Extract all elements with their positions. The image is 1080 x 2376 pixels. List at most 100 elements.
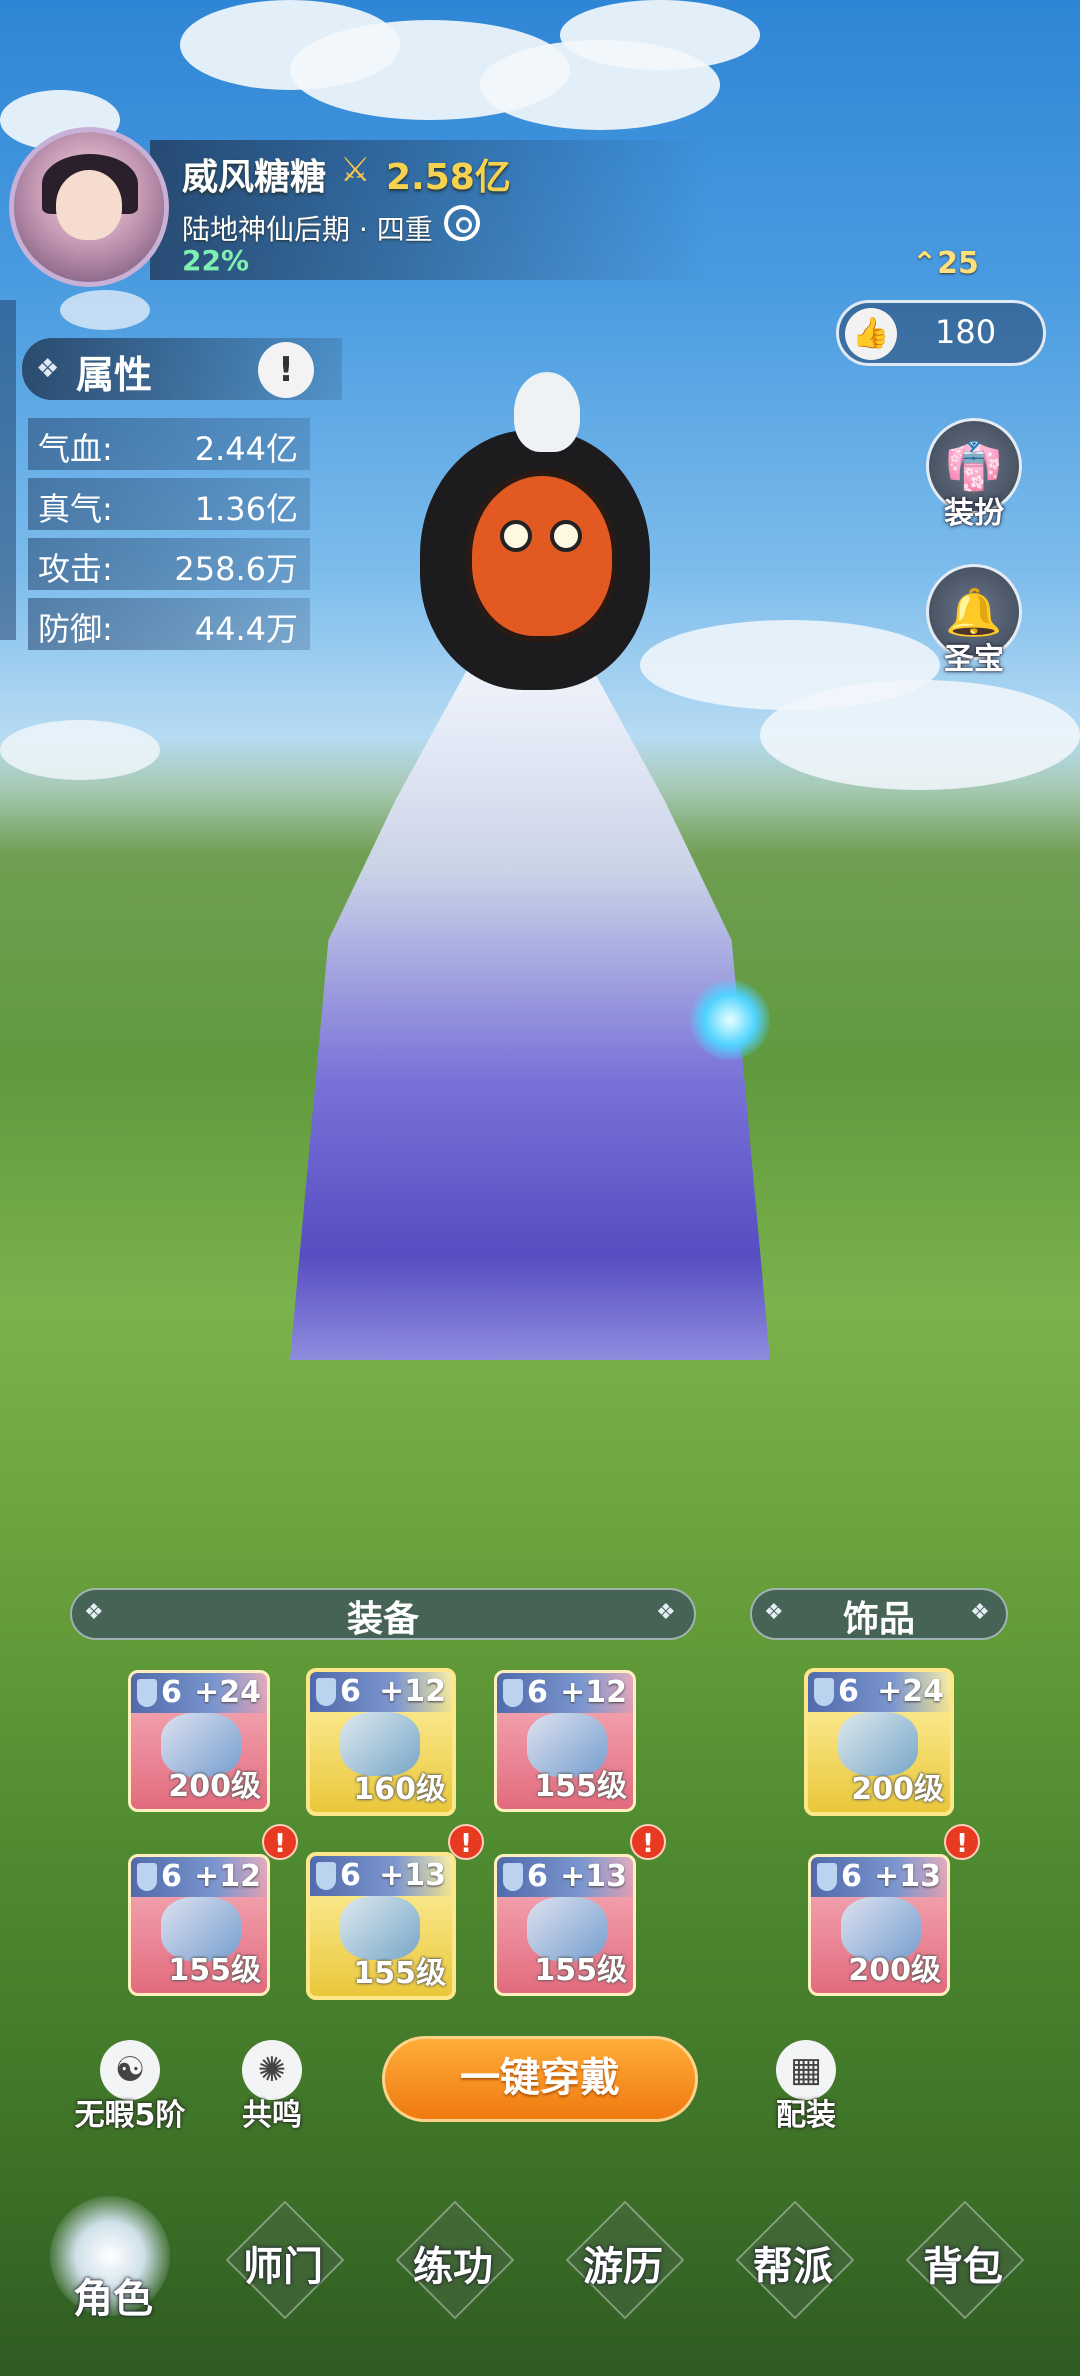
slot-level: 155级	[353, 1956, 446, 1991]
flawless-label[interactable]: 无暇5阶	[60, 2090, 200, 2134]
character-monkey-mask	[466, 470, 618, 642]
nav-label: 帮派	[753, 2244, 833, 2290]
slot-level: 200级	[848, 1953, 941, 1988]
equipment-slot-armor[interactable]: 6 +12 155级	[494, 1670, 636, 1812]
grade-shield-icon	[503, 1679, 523, 1707]
equipment-title: 装备	[346, 1599, 419, 1640]
attribute-value: 258.6万	[174, 550, 298, 588]
alert-badge: !	[448, 1824, 484, 1860]
realm-detail-icon[interactable]	[444, 205, 480, 241]
grade-shield-icon	[137, 1679, 157, 1707]
nav-label: 游历	[583, 2244, 663, 2290]
robe-icon: 👘	[945, 439, 1003, 493]
loadout-label[interactable]: 配装	[746, 2090, 866, 2134]
nav-label: 背包	[923, 2244, 1003, 2290]
accessory-slot-amulet[interactable]: 6 +13 200级	[808, 1854, 950, 1996]
attribute-row-hp: 气血: 2.44亿	[28, 418, 310, 470]
attribute-label: 防御:	[38, 610, 113, 648]
level-value: 25	[937, 246, 979, 281]
attribute-info-button[interactable]: !	[258, 342, 314, 398]
cloud	[0, 720, 160, 780]
nav-tab-sect[interactable]: 师门	[208, 2200, 358, 2332]
slot-grade: 6	[161, 1859, 182, 1894]
slot-level: 155级	[168, 1953, 261, 1988]
slot-enhance: +12	[560, 1675, 627, 1710]
nav-label: 师门	[243, 2244, 323, 2290]
slot-enhance: +12	[194, 1859, 261, 1894]
grade-shield-icon	[316, 1862, 336, 1890]
slot-grade: 6	[838, 1674, 859, 1709]
player-name: 威风糖糖	[182, 157, 327, 198]
slot-grade: 6	[340, 1858, 361, 1893]
attribute-row-defense: 防御: 44.4万	[28, 598, 310, 650]
bird-pet	[514, 372, 580, 452]
attribute-row-qi: 真气: 1.36亿	[28, 478, 310, 530]
slot-grade: 6	[527, 1675, 548, 1710]
slot-enhance: +12	[379, 1674, 446, 1709]
equip-all-button[interactable]: 一键穿戴	[382, 2036, 698, 2122]
equipment-slot-helmet[interactable]: 6 +12 160级	[306, 1668, 456, 1816]
nav-tab-training[interactable]: 练功	[378, 2200, 528, 2332]
grade-shield-icon	[503, 1863, 523, 1891]
equipment-slot-boots[interactable]: 6 +13 155级	[494, 1854, 636, 1996]
nav-label: 练功	[413, 2244, 493, 2290]
diamond-icon: ❖	[36, 354, 60, 384]
nav-label: 角色	[73, 2276, 153, 2322]
slot-grade: 6	[841, 1859, 862, 1894]
alert-badge: !	[630, 1824, 666, 1860]
combat-power: 2.58亿	[386, 157, 511, 198]
cloud	[760, 680, 1080, 790]
alert-badge: !	[262, 1824, 298, 1860]
slot-grade: 6	[161, 1675, 182, 1710]
attribute-value: 1.36亿	[194, 490, 298, 528]
grade-shield-icon	[814, 1678, 834, 1706]
slot-level: 200级	[168, 1769, 261, 1804]
nav-tab-character[interactable]: 角色	[38, 2212, 188, 2332]
equipment-slot-weapon[interactable]: 6 +24 200级	[128, 1670, 270, 1812]
cloud	[560, 0, 760, 70]
attribute-panel-edge	[0, 300, 16, 640]
attribute-value: 2.44亿	[194, 430, 298, 468]
attribute-value: 44.4万	[194, 610, 298, 648]
thumbs-up-icon: 👍	[845, 308, 897, 360]
attribute-label: 真气:	[38, 490, 113, 528]
slot-level: 155级	[534, 1769, 627, 1804]
holy-treasure-label: 圣宝	[944, 642, 1004, 677]
slot-grade: 6	[340, 1674, 361, 1709]
level-up-icon: ⌃	[912, 246, 938, 281]
slot-enhance: +13	[560, 1859, 627, 1894]
grade-shield-icon	[316, 1678, 336, 1706]
attribute-label: 攻击:	[38, 550, 113, 588]
nav-tab-bag[interactable]: 背包	[888, 2200, 1038, 2332]
attribute-label: 气血:	[38, 430, 113, 468]
avatar-face	[56, 170, 122, 240]
bell-icon: 🔔	[945, 585, 1003, 639]
slot-enhance: +24	[877, 1674, 944, 1709]
slot-grade: 6	[527, 1859, 548, 1894]
slot-enhance: +24	[194, 1675, 261, 1710]
outfit-label: 装扮	[944, 496, 1004, 531]
slot-level: 200级	[851, 1772, 944, 1807]
attribute-row-attack: 攻击: 258.6万	[28, 538, 310, 590]
equipment-slot-gloves[interactable]: 6 +13 155级	[306, 1852, 456, 2000]
grade-shield-icon	[137, 1863, 157, 1891]
nav-tab-guild[interactable]: 帮派	[718, 2200, 868, 2332]
accessory-slot-ring[interactable]: 6 +24 200级	[804, 1668, 954, 1816]
realm-progress: 22%	[182, 244, 250, 277]
equipment-slot-robe[interactable]: 6 +12 155级	[128, 1854, 270, 1996]
player-avatar[interactable]	[14, 132, 164, 282]
attribute-title: 属性	[76, 353, 153, 397]
nav-tab-travel[interactable]: 游历	[548, 2200, 698, 2332]
mask-eye	[500, 520, 532, 552]
resonance-label[interactable]: 共鸣	[212, 2090, 332, 2134]
combat-power-icon: ⚔	[340, 150, 371, 190]
slot-enhance: +13	[379, 1858, 446, 1893]
like-button[interactable]: 👍 180	[836, 300, 1046, 366]
player-level: ⌃25	[912, 246, 979, 281]
alert-badge: !	[944, 1824, 980, 1860]
slot-level: 160级	[353, 1772, 446, 1807]
cultivation-realm: 陆地神仙后期 · 四重	[182, 213, 433, 246]
mask-eye	[550, 520, 582, 552]
cloud	[60, 290, 150, 330]
weapon-glow	[690, 980, 770, 1060]
